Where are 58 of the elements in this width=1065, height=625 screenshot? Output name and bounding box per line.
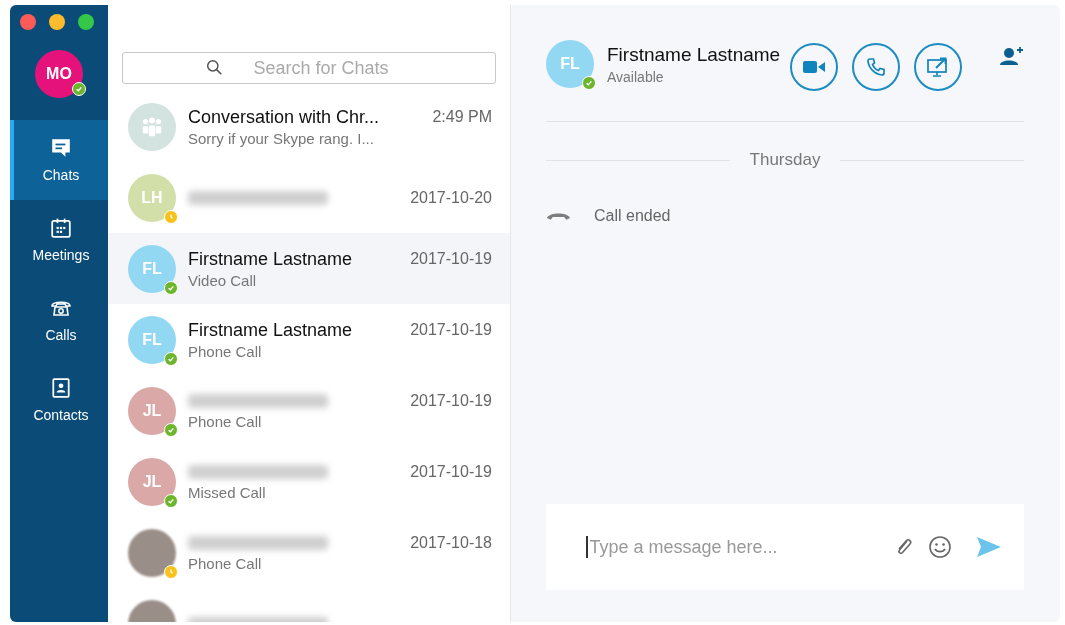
emoji-icon[interactable] — [928, 535, 952, 559]
chat-preview: Sorry if your Skype rang. I... — [188, 129, 375, 147]
share-screen-button[interactable] — [914, 43, 963, 91]
chat-preview: Phone Call — [188, 413, 263, 430]
chat-preview: Phone Call — [188, 342, 263, 360]
message-input[interactable]: Type a message here... — [587, 535, 880, 559]
video-call-button[interactable] — [790, 43, 839, 91]
chat-time: 2017-10-19 — [410, 463, 492, 481]
add-person-icon[interactable] — [998, 46, 1024, 68]
profile-avatar[interactable]: MO — [35, 50, 83, 98]
nav-tab[interactable]: Chats — [10, 120, 108, 200]
chat-time: 2017-10-19 — [410, 250, 492, 268]
chat-preview: Video Call — [188, 271, 258, 289]
contact-avatar: FL — [128, 244, 176, 293]
contact-name: Firstname Lastname — [188, 319, 353, 341]
contact-avatar: FL — [128, 315, 176, 364]
contact-name: Firstname Lastname — [607, 43, 781, 66]
status-badge — [72, 82, 86, 96]
chat-time: 2017-10-19 — [410, 321, 492, 339]
search-field[interactable]: Search for Chats — [122, 52, 496, 84]
phone-icon — [866, 57, 887, 77]
audio-call-button[interactable] — [852, 43, 901, 91]
chat-icon — [50, 137, 72, 159]
hang-up-icon — [546, 211, 571, 221]
nav-tab[interactable]: Meetings — [10, 200, 108, 280]
chat-item[interactable]: FL Firstname Lastname 2017-10-19 Phone Call — [108, 304, 510, 375]
nav-tab[interactable]: Calls — [10, 280, 108, 360]
chat-time: 2017-10-19 — [410, 392, 492, 410]
contact-avatar: LH — [128, 173, 176, 222]
contact-avatar: JL — [128, 457, 176, 506]
chat-item[interactable]: Conversation with Chr... 2:49 PM Sorry if your Skype rang. I... — [108, 91, 510, 162]
chat-time: 2:49 PM — [432, 108, 492, 126]
day-separator: Thursday — [749, 150, 821, 170]
chat-preview: Missed Call — [188, 484, 267, 501]
window-zoom-button[interactable] — [78, 14, 94, 30]
call-event-text: Call ended — [594, 207, 671, 225]
chat-item[interactable]: JL 2017-10-19 Phone Call — [108, 375, 510, 446]
contacts-icon — [50, 377, 72, 399]
search-icon — [206, 59, 223, 76]
contact-avatar: JL — [128, 386, 176, 435]
chat-time: 2017-10-18 — [410, 534, 492, 552]
chat-item[interactable]: 2017-10-18 Phone Call — [108, 517, 510, 588]
video-camera-icon — [802, 59, 827, 75]
contact-name: Conversation with Chr... — [188, 106, 380, 128]
chat-item[interactable]: LH 2017-10-20 — [108, 162, 510, 233]
nav-tab[interactable]: Contacts — [10, 360, 108, 440]
contact-avatar: FL — [546, 40, 594, 88]
calendar-icon — [50, 217, 72, 239]
status-badge — [582, 76, 596, 90]
chat-time: 2017-10-20 — [410, 188, 492, 207]
chat-preview: Phone Call — [188, 555, 263, 572]
window-minimize-button[interactable] — [49, 14, 65, 30]
send-icon[interactable] — [976, 536, 1002, 558]
contact-name: Firstname Lastname — [188, 248, 353, 270]
chat-item[interactable]: FL Firstname Lastname 2017-10-19 Video Call — [108, 233, 510, 304]
chat-item[interactable]: JL 2017-10-19 Missed Call — [108, 446, 510, 517]
window-close-button[interactable] — [20, 14, 36, 30]
presence-status: Available — [607, 68, 665, 85]
